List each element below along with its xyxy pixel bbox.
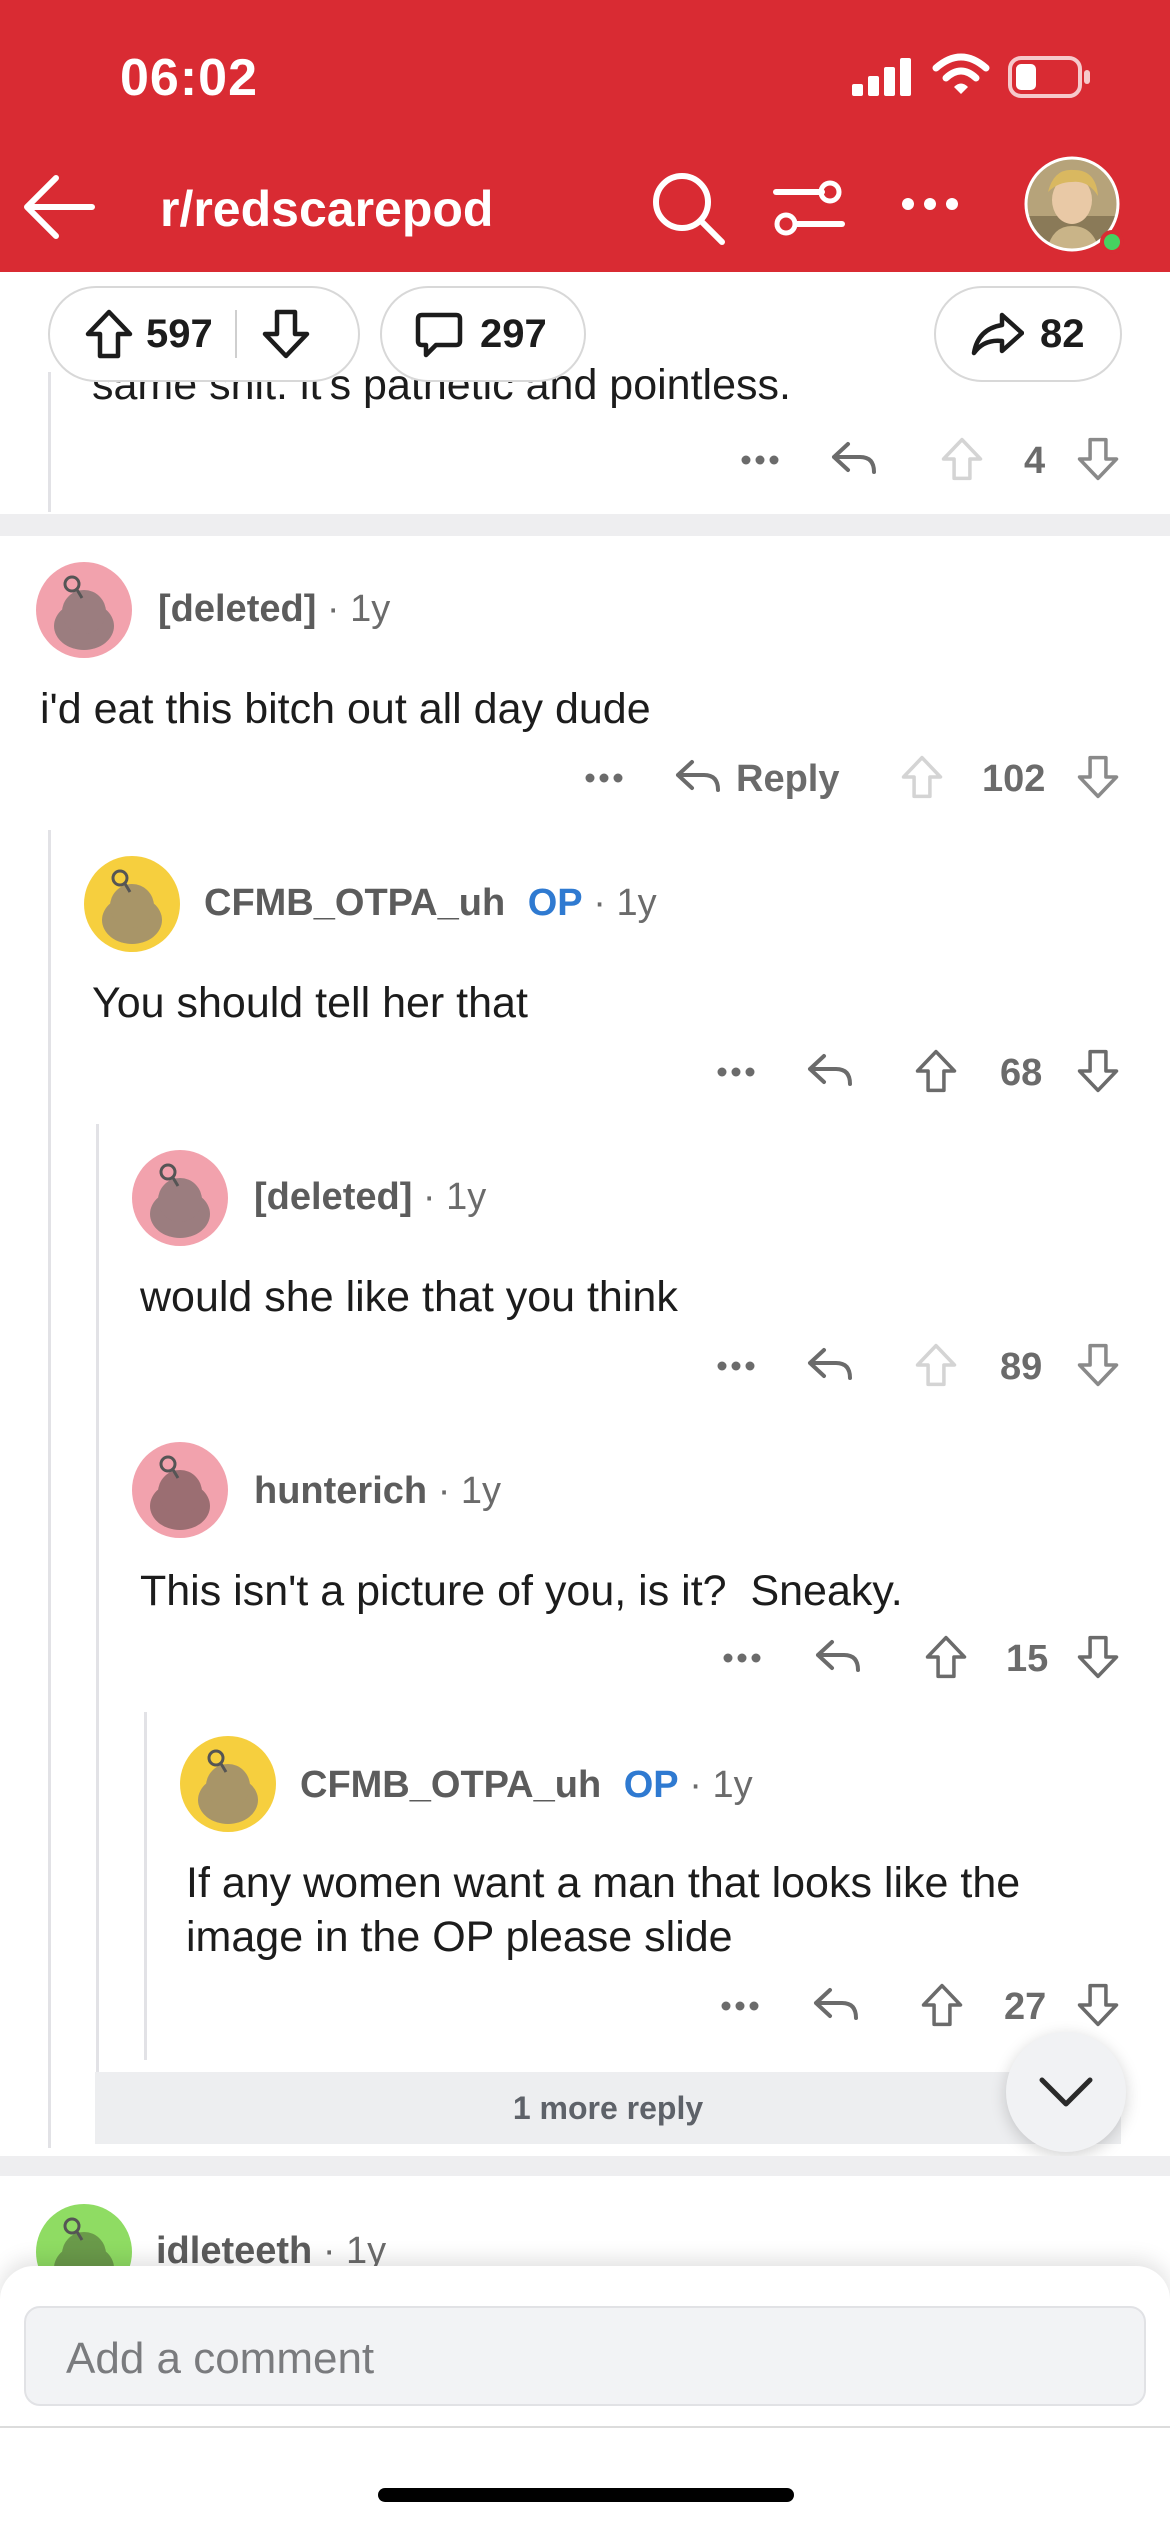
comment-bubble-icon	[415, 312, 463, 358]
comment-score: 15	[1006, 1638, 1049, 1680]
downvote-icon[interactable]	[1076, 754, 1120, 800]
comment-age: 1y	[460, 1470, 502, 1512]
reply-arrow-icon[interactable]	[812, 1984, 860, 2024]
comment-meta: [deleted] · 1y	[158, 588, 390, 631]
subreddit-title[interactable]: r/redscarepod	[160, 180, 493, 238]
more-options-icon[interactable]	[584, 772, 624, 784]
search-icon[interactable]	[650, 170, 726, 246]
downvote-icon[interactable]	[1076, 1634, 1120, 1680]
thread-line	[144, 1712, 147, 2060]
more-options-icon[interactable]	[740, 454, 780, 466]
comment-text: If any women want a man that looks like …	[186, 1859, 1021, 1961]
reply-arrow-icon[interactable]	[830, 438, 878, 478]
avatar[interactable]	[180, 1736, 276, 1832]
share-count: 82	[1040, 311, 1085, 356]
meta-dot: ·	[678, 1764, 713, 1806]
comment-score: 89	[1000, 1346, 1043, 1388]
thread-line	[48, 830, 51, 2148]
downvote-icon[interactable]	[1076, 1982, 1120, 2028]
upvote-icon[interactable]	[924, 1634, 968, 1680]
comment-meta: CFMB_OTPA_uh OP · 1y	[300, 1764, 753, 1807]
comment-age: 1y	[616, 882, 657, 924]
thread-line	[48, 372, 51, 512]
status-time: 06:02	[120, 49, 258, 107]
more-options-icon[interactable]	[900, 196, 960, 212]
comment-text: would she like that you think	[140, 1273, 678, 1321]
comment-separator	[0, 2156, 1170, 2176]
comment-age: 1y	[712, 1764, 753, 1806]
comment-author[interactable]: [deleted]	[158, 588, 316, 630]
back-arrow-icon[interactable]	[22, 172, 96, 242]
share-icon	[971, 312, 1024, 356]
op-badge: OP	[527, 882, 583, 924]
upvote-icon[interactable]	[900, 754, 944, 800]
share-pill[interactable]: 82	[934, 286, 1122, 382]
reply-arrow-icon[interactable]	[806, 1344, 854, 1384]
upvote-icon[interactable]	[84, 308, 134, 360]
downvote-icon[interactable]	[261, 308, 311, 360]
reply-arrow-icon[interactable]	[806, 1050, 854, 1090]
upvote-icon[interactable]	[914, 1048, 958, 1094]
comment-author[interactable]: hunterich	[254, 1470, 427, 1512]
app-header: 06:02 r/redscarepod	[0, 0, 1170, 272]
upvote-icon[interactable]	[914, 1342, 958, 1388]
wifi-icon	[932, 53, 990, 94]
comment-author[interactable]: [deleted]	[254, 1176, 412, 1218]
comment-age: 1y	[350, 588, 391, 630]
meta-dot: ·	[422, 1176, 447, 1218]
reply-arrow-icon[interactable]	[674, 756, 722, 796]
upvote-icon[interactable]	[940, 436, 984, 482]
add-comment-placeholder: Add a comment	[66, 2334, 375, 2383]
comment-author[interactable]: CFMB_OTPA_uh	[300, 1764, 601, 1806]
reply-button[interactable]: Reply	[736, 758, 839, 801]
thread-line	[96, 1124, 99, 2144]
vote-divider	[234, 310, 237, 358]
avatar[interactable]	[132, 1150, 228, 1246]
downvote-icon[interactable]	[1076, 1342, 1120, 1388]
avatar[interactable]	[132, 1442, 228, 1538]
comment-text: You should tell her that	[92, 979, 528, 1027]
battery-icon	[1008, 56, 1090, 98]
op-badge: OP	[623, 1764, 679, 1806]
comment-author[interactable]: CFMB_OTPA_uh	[204, 882, 505, 924]
vote-pill: 597	[48, 286, 360, 382]
reply-arrow-icon[interactable]	[814, 1636, 862, 1676]
more-options-icon[interactable]	[716, 1360, 756, 1372]
comment-meta: hunterich · 1y	[254, 1470, 501, 1513]
upvote-count: 597	[146, 311, 213, 356]
meta-dot: ·	[437, 1470, 461, 1512]
avatar[interactable]	[36, 562, 132, 658]
comment-separator	[0, 514, 1170, 536]
more-options-icon[interactable]	[720, 2000, 760, 2012]
chevron-down-icon	[1039, 2077, 1093, 2107]
more-options-icon[interactable]	[716, 1066, 756, 1078]
meta-dot: ·	[326, 588, 351, 630]
comment-meta: [deleted] · 1y	[254, 1176, 486, 1219]
downvote-icon[interactable]	[1076, 1048, 1120, 1094]
composer-divider	[0, 2426, 1170, 2428]
comment-meta: CFMB_OTPA_uh OP · 1y	[204, 882, 657, 925]
avatar[interactable]	[84, 856, 180, 952]
more-options-icon[interactable]	[722, 1652, 762, 1664]
comment-text: This isn't a picture of you, is it? Snea…	[140, 1567, 903, 1615]
more-replies-button[interactable]: 1 more reply	[95, 2072, 1121, 2144]
sort-filter-icon[interactable]	[772, 176, 846, 240]
comment-count: 297	[480, 311, 547, 356]
comment-score: 68	[1000, 1052, 1043, 1094]
comment-score: 102	[982, 758, 1046, 800]
next-comment-button[interactable]	[1006, 2032, 1126, 2152]
comment-score: 27	[1004, 1986, 1047, 2028]
add-comment-input[interactable]: Add a comment	[24, 2306, 1146, 2406]
downvote-icon[interactable]	[1076, 436, 1120, 482]
signal-icon	[852, 58, 911, 96]
meta-dot: ·	[582, 882, 617, 924]
comment-age: 1y	[446, 1176, 487, 1218]
online-status-dot	[1100, 230, 1124, 254]
user-avatar[interactable]	[1024, 156, 1124, 256]
home-indicator[interactable]	[378, 2488, 794, 2502]
comments-pill[interactable]: 297	[380, 286, 586, 382]
comment-score: 4	[1024, 440, 1046, 482]
upvote-icon[interactable]	[920, 1982, 964, 2028]
comment-text: i'd eat this bitch out all day dude	[40, 685, 651, 733]
